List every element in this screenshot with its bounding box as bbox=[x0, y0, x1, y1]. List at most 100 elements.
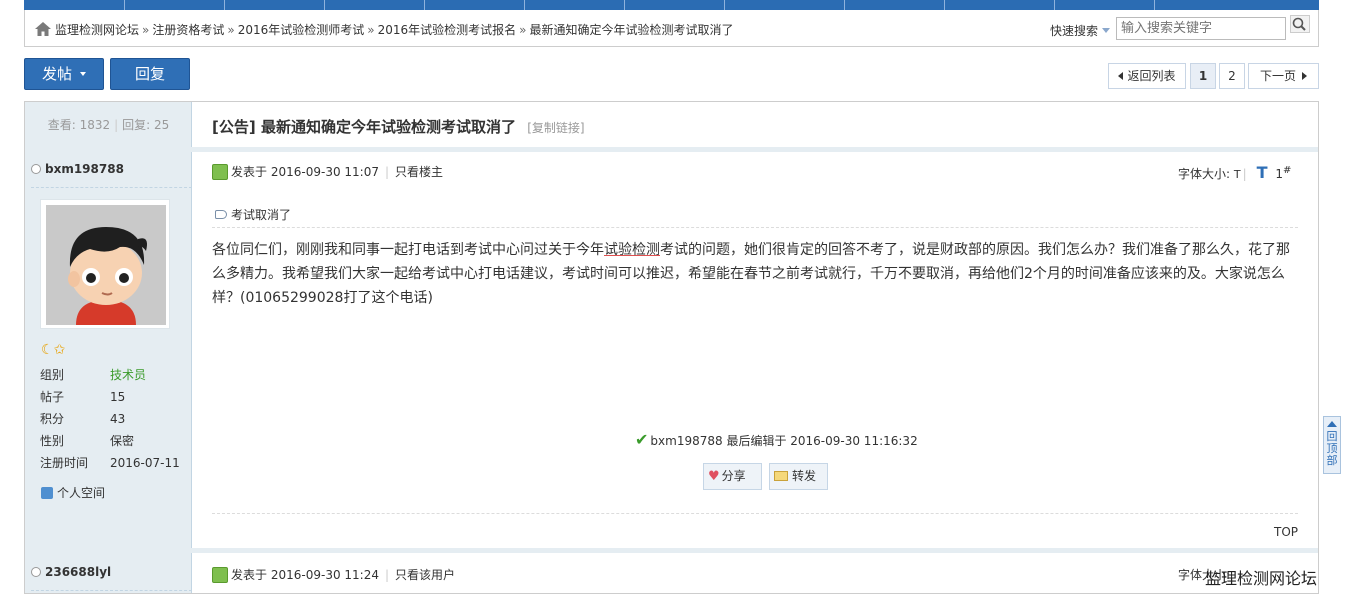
nav-divider bbox=[224, 0, 225, 10]
content-text: 各位同仁们，刚刚我和同事一起打电话到考试中心问过关于今年 bbox=[212, 242, 604, 258]
breadcrumb-bar: 监理检测网论坛» 注册资格考试» 2016年试验检测师考试» 2016年试验检测考试报… bbox=[24, 10, 1319, 47]
thread-title-text: 最新通知确定今年试验检测考试取消了 bbox=[260, 118, 516, 136]
quick-search-dropdown[interactable]: 快速搜索 bbox=[1050, 22, 1111, 39]
post-content: 各位同仁们，刚刚我和同事一起打电话到考试中心问过关于今年试验检测考试的问题，她们… bbox=[212, 238, 1302, 310]
search-input[interactable] bbox=[1116, 17, 1286, 40]
breadcrumb-category[interactable]: 注册资格考试 bbox=[152, 23, 224, 37]
watermark: 监理检测网论坛 bbox=[1205, 569, 1318, 588]
page-1-link[interactable]: 1 bbox=[1190, 63, 1216, 89]
new-post-label: 发帖 bbox=[41, 65, 72, 83]
meta-divider: | bbox=[384, 568, 390, 582]
nav-divider bbox=[724, 0, 725, 10]
reply-label: 回复 bbox=[134, 65, 165, 83]
new-post-button[interactable]: 发帖 bbox=[24, 58, 104, 90]
profile-row: 注册时间 2016-07-11 bbox=[40, 452, 185, 474]
breadcrumb-subboard[interactable]: 2016年试验检测考试报名 bbox=[378, 23, 517, 37]
home-icon[interactable] bbox=[35, 22, 51, 36]
avatar-image bbox=[46, 205, 166, 325]
nav-divider bbox=[124, 0, 125, 10]
replies-label: 回复: bbox=[122, 118, 151, 132]
nav-divider bbox=[944, 0, 945, 10]
section-divider bbox=[25, 147, 1318, 152]
nav-divider bbox=[424, 0, 425, 10]
thread-prefix[interactable]: [公告] bbox=[212, 118, 256, 136]
only-user-link[interactable]: 只看该用户 bbox=[395, 568, 455, 582]
user-profile-info: 组别 技术员 帖子 15 积分 43 性别 保密 注册时间 2016-07-11 bbox=[40, 364, 185, 474]
keyword-link[interactable]: 试验检测 bbox=[604, 242, 660, 258]
breadcrumb-thread[interactable]: 最新通知确定今年试验检测考试取消了 bbox=[530, 23, 734, 37]
font-small-button[interactable]: T bbox=[1234, 168, 1241, 181]
avatar[interactable] bbox=[40, 199, 170, 329]
edit-notice-text: bxm198788 最后编辑于 2016-09-30 11:16:32 bbox=[650, 434, 918, 448]
cartoon-boy-icon bbox=[46, 205, 166, 325]
thread-title-row: [公告] 最新通知确定今年试验检测考试取消了 [复制链接] bbox=[192, 102, 1318, 148]
offline-status-icon bbox=[31, 164, 41, 174]
profile-row: 积分 43 bbox=[40, 408, 185, 430]
profile-row: 性别 保密 bbox=[40, 430, 185, 452]
personal-space-link[interactable]: 个人空间 bbox=[41, 484, 105, 501]
share-button[interactable]: ♥ 分享 bbox=[703, 463, 762, 490]
font-divider: | bbox=[1242, 167, 1247, 181]
back-to-top-label: 回顶部 bbox=[1326, 430, 1338, 467]
profile-row: 组别 技术员 bbox=[40, 364, 185, 386]
font-size-control: 字体大小: T | T 1# bbox=[1178, 163, 1291, 182]
copy-link-button[interactable]: [复制链接] bbox=[527, 121, 584, 135]
replies-count: 25 bbox=[154, 118, 170, 132]
profile-key: 性别 bbox=[40, 434, 65, 448]
thread-container: 查看: 1832 | 回复: 25 [公告] 最新通知确定今年试验检测考试取消了 [… bbox=[24, 101, 1319, 594]
next-page-button[interactable]: 下一页 bbox=[1248, 63, 1319, 89]
user-post-icon bbox=[212, 164, 228, 180]
profile-key: 积分 bbox=[40, 412, 65, 426]
chevron-down-icon bbox=[1102, 28, 1111, 33]
forward-button[interactable]: 转发 bbox=[769, 463, 828, 490]
breadcrumb-board[interactable]: 2016年试验检测师考试 bbox=[238, 23, 365, 37]
nav-divider bbox=[1154, 0, 1155, 10]
profile-key: 帖子 bbox=[40, 390, 65, 404]
breadcrumb-forum[interactable]: 监理检测网论坛 bbox=[55, 23, 139, 37]
profile-value: 保密 bbox=[110, 434, 135, 448]
reply-button[interactable]: 回复 bbox=[110, 58, 190, 90]
nav-divider bbox=[524, 0, 525, 10]
next-page-label: 下一页 bbox=[1259, 69, 1296, 83]
post-author[interactable]: bxm198788 bbox=[31, 162, 124, 176]
user-group[interactable]: 技术员 bbox=[110, 364, 146, 386]
breadcrumb-separator: » bbox=[367, 23, 375, 37]
top-link[interactable]: TOP bbox=[1274, 525, 1298, 539]
stats-divider: | bbox=[114, 118, 119, 132]
tag-label: 考试取消了 bbox=[231, 208, 292, 222]
posted-time: 2016-09-30 11:07 bbox=[270, 165, 379, 179]
post-tag[interactable]: 考试取消了 bbox=[215, 206, 291, 223]
arrow-left-icon bbox=[1118, 72, 1124, 80]
forward-label: 转发 bbox=[792, 469, 817, 483]
author-name: 236688lyl bbox=[45, 565, 112, 579]
font-large-button[interactable]: T bbox=[1257, 163, 1268, 182]
breadcrumb-separator: » bbox=[519, 23, 527, 37]
back-to-top-button[interactable]: 回顶部 bbox=[1323, 416, 1341, 474]
arrow-up-icon bbox=[1327, 421, 1337, 427]
thread-title: [公告] 最新通知确定今年试验检测考试取消了 [复制链接] bbox=[212, 116, 585, 137]
profile-value: 2016-07-11 bbox=[110, 456, 180, 470]
chevron-down-icon bbox=[80, 72, 86, 76]
star-icon: ✩ bbox=[53, 342, 66, 358]
only-author-link[interactable]: 只看楼主 bbox=[395, 165, 443, 179]
sidebar-divider bbox=[31, 590, 192, 591]
home-space-icon bbox=[41, 487, 53, 499]
profile-value: 43 bbox=[110, 412, 126, 426]
thread-stats: 查看: 1832 | 回复: 25 bbox=[25, 102, 192, 148]
personal-space-label: 个人空间 bbox=[57, 486, 106, 500]
search-button[interactable] bbox=[1290, 15, 1310, 33]
profile-row: 帖子 15 bbox=[40, 386, 185, 408]
quick-search-label: 快速搜索 bbox=[1050, 24, 1099, 38]
page-2-link[interactable]: 2 bbox=[1219, 63, 1245, 89]
arrow-right-icon bbox=[1302, 72, 1307, 80]
back-to-list-button[interactable]: 返回列表 bbox=[1108, 63, 1186, 89]
floor-number[interactable]: 1# bbox=[1275, 165, 1291, 181]
nav-divider bbox=[324, 0, 325, 10]
profile-value[interactable]: 15 bbox=[110, 386, 125, 408]
post-divider bbox=[212, 513, 1298, 514]
user-level-icons: ☾✩ bbox=[41, 342, 65, 358]
envelope-icon bbox=[774, 471, 788, 481]
post-author[interactable]: 236688lyl bbox=[31, 565, 111, 579]
checkmark-icon: ✔ bbox=[635, 430, 649, 449]
moon-icon: ☾ bbox=[41, 342, 54, 358]
